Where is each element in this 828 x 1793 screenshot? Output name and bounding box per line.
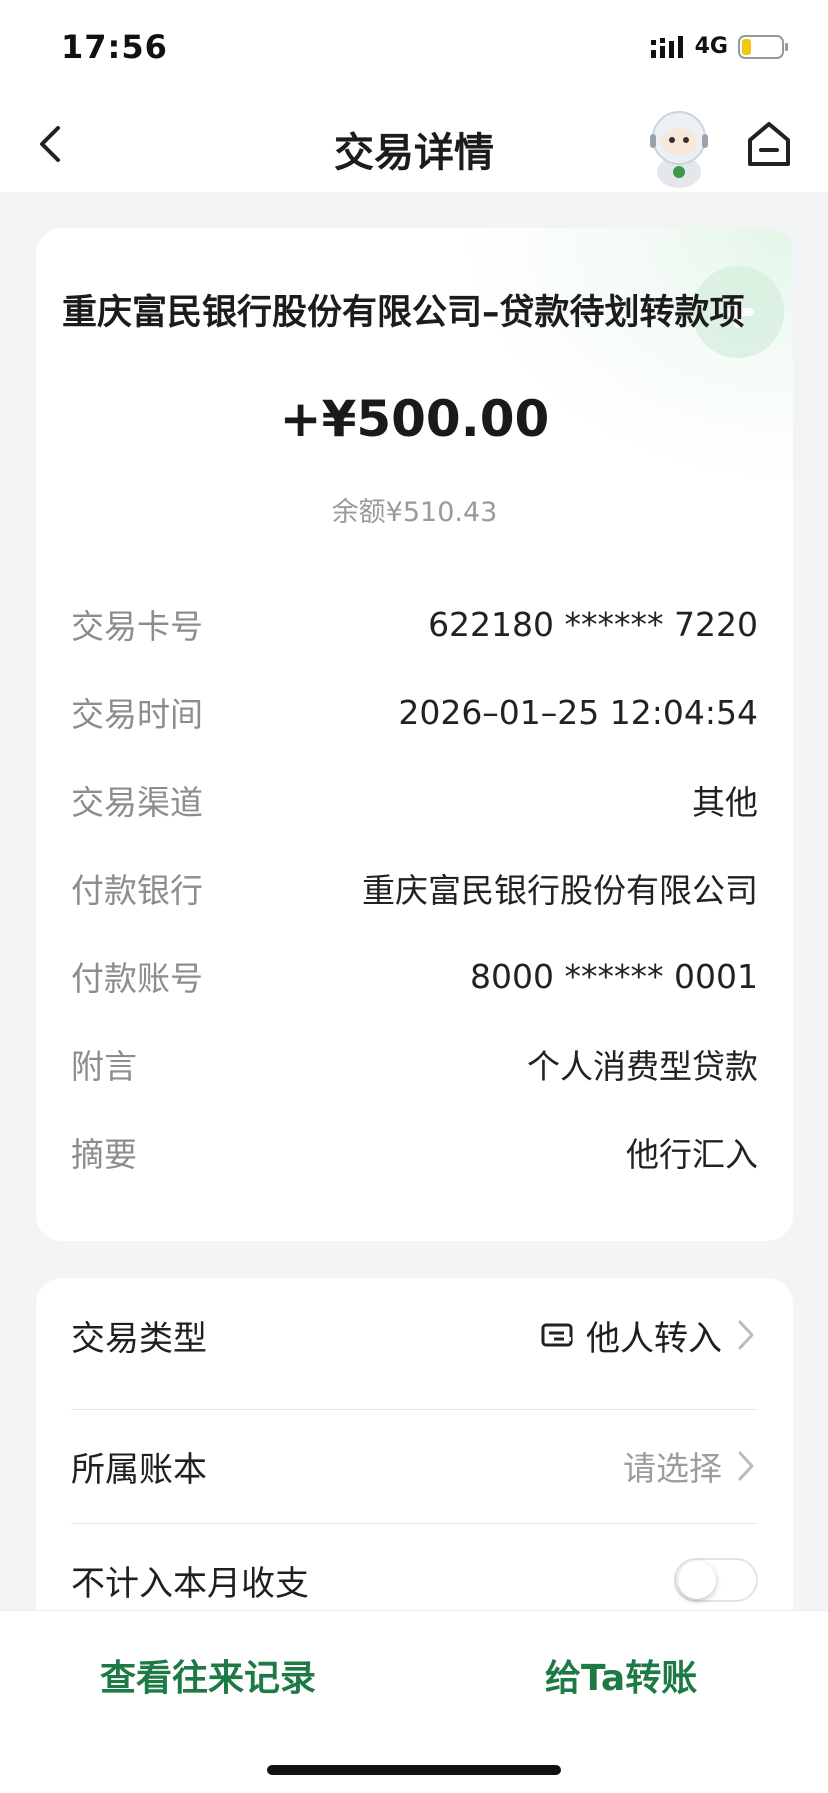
detail-row-time: 交易时间 2026–01–25 12:04:54 — [71, 682, 758, 742]
detail-row-channel: 交易渠道 其他 — [71, 770, 758, 830]
balance-text: 余额¥510.43 — [331, 497, 498, 528]
detail-value: 其他 — [692, 783, 758, 822]
ledger-label: 所属账本 — [71, 1449, 207, 1490]
detail-label: 附言 — [71, 1047, 137, 1086]
home-icon[interactable] — [744, 118, 794, 170]
ledger-row[interactable]: 所属账本 请选择 — [71, 1409, 758, 1523]
home-indicator — [267, 1765, 561, 1775]
transaction-type-value: 他人转入 — [586, 1318, 722, 1359]
transaction-type-row[interactable]: 交易类型 他人转入 — [71, 1278, 758, 1392]
status-time: 17:56 — [61, 28, 168, 66]
payee-name: 重庆富民银行股份有限公司–贷款待划转款项 — [62, 293, 745, 333]
detail-label: 交易时间 — [71, 695, 203, 734]
detail-label: 摘要 — [71, 1135, 137, 1174]
battery-icon — [738, 34, 788, 59]
signal-icon — [650, 35, 683, 58]
status-bar: 17:56 4G — [0, 0, 828, 96]
transaction-amount: +¥500.00 — [279, 390, 550, 448]
view-history-button[interactable]: 查看往来记录 — [100, 1649, 316, 1701]
exclude-month-label: 不计入本月收支 — [71, 1563, 309, 1604]
detail-row-remark: 附言 个人消费型贷款 — [71, 1034, 758, 1094]
nav-bar: 交易详情 — [0, 96, 828, 192]
detail-value: 8000 ****** 0001 — [470, 956, 758, 996]
transfer-button[interactable]: 给Ta转账 — [545, 1649, 697, 1701]
detail-row-summary: 摘要 他行汇入 — [71, 1122, 758, 1182]
detail-row-card-number: 交易卡号 622180 ****** 7220 — [71, 594, 758, 654]
status-indicators: 4G — [650, 34, 790, 59]
transfer-in-icon — [541, 1323, 573, 1347]
robot-assistant-icon[interactable] — [640, 106, 718, 188]
detail-label: 交易卡号 — [71, 607, 203, 646]
chevron-right-icon — [738, 1451, 754, 1481]
detail-value: 622180 ****** 7220 — [428, 604, 758, 644]
detail-label: 付款账号 — [71, 959, 203, 998]
transaction-detail-card: 重庆富民银行股份有限公司–贷款待划转款项 +¥500.00 余额¥510.43 … — [36, 228, 793, 1241]
detail-row-payer-account: 付款账号 8000 ****** 0001 — [71, 946, 758, 1006]
ledger-placeholder: 请选择 — [623, 1449, 722, 1488]
toggle-knob — [678, 1561, 716, 1599]
detail-value: 他行汇入 — [626, 1135, 758, 1174]
exclude-month-toggle[interactable] — [674, 1558, 758, 1602]
network-type: 4G — [694, 34, 728, 59]
detail-value: 重庆富民银行股份有限公司 — [362, 871, 758, 910]
detail-label: 付款银行 — [71, 871, 203, 910]
detail-row-payer-bank: 付款银行 重庆富民银行股份有限公司 — [71, 858, 758, 918]
transaction-type-label: 交易类型 — [71, 1318, 207, 1359]
detail-label: 交易渠道 — [71, 783, 203, 822]
chevron-right-icon — [738, 1320, 754, 1350]
detail-value: 个人消费型贷款 — [527, 1047, 758, 1086]
detail-value: 2026–01–25 12:04:54 — [398, 692, 758, 732]
